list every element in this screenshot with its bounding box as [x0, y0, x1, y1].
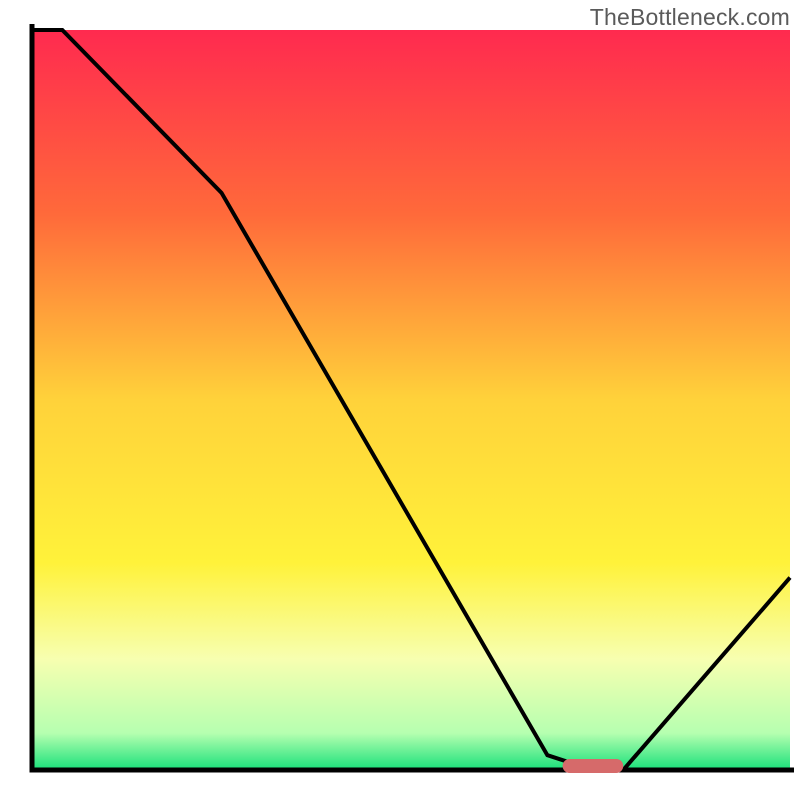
- plot-background: [32, 30, 790, 770]
- optimal-marker: [563, 759, 624, 773]
- chart-container: TheBottleneck.com: [0, 0, 800, 800]
- watermark-text: TheBottleneck.com: [590, 4, 790, 31]
- chart-svg: [0, 0, 800, 800]
